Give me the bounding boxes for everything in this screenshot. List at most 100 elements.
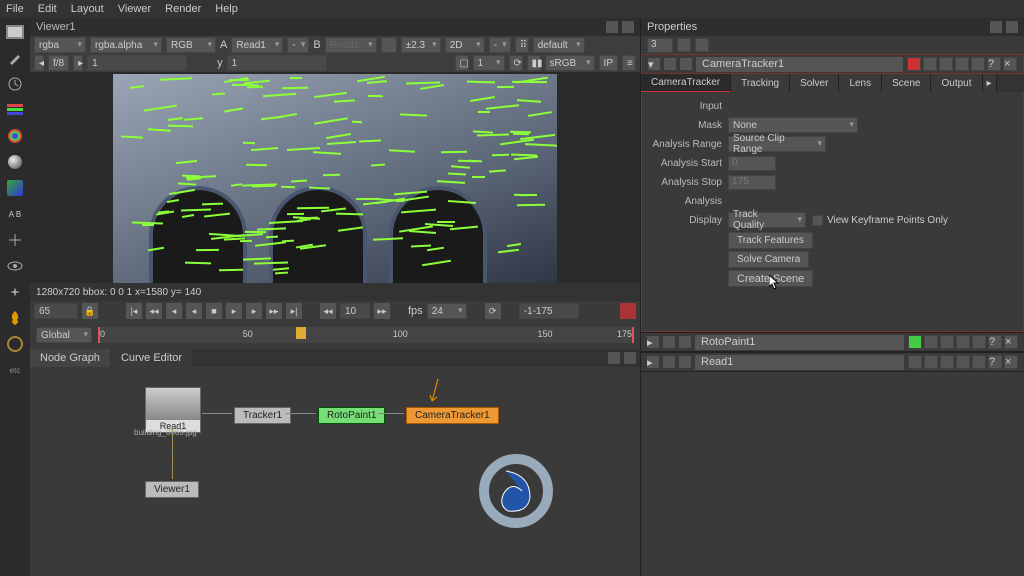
layer-select[interactable]: rgba.alpha [90, 37, 162, 53]
default-select[interactable]: default [533, 37, 585, 53]
goto-end-icon[interactable]: ▸| [286, 303, 302, 319]
refresh-icon[interactable]: ⟳ [509, 55, 523, 71]
frame-range[interactable]: -1-175 [519, 303, 579, 319]
prop-tab-tracking[interactable]: Tracking [731, 74, 790, 92]
mask-select[interactable]: None [728, 117, 858, 133]
a-input[interactable]: Read1 [231, 37, 283, 53]
wipe-icon[interactable] [381, 37, 397, 53]
trash-icon[interactable] [695, 38, 709, 52]
center-icon[interactable] [663, 356, 675, 368]
undo-icon[interactable] [955, 57, 969, 71]
loop-icon[interactable]: ⟳ [485, 303, 501, 319]
view-2d[interactable]: 2D [445, 37, 485, 53]
close-icon[interactable]: × [1004, 335, 1018, 349]
viewer-canvas[interactable] [30, 72, 640, 283]
analysis-range-select[interactable]: Source Clip Range [728, 136, 826, 152]
lock-icon[interactable] [677, 38, 691, 52]
ab-icon[interactable]: A B [5, 204, 25, 224]
btn-2-icon[interactable] [940, 355, 954, 369]
btn-2-icon[interactable] [940, 335, 954, 349]
pencil-icon[interactable] [5, 48, 25, 68]
skip-frame[interactable]: 10 [340, 303, 370, 319]
pause-icon[interactable]: ▮▮ [527, 55, 541, 71]
node-read[interactable]: Read1 [145, 387, 201, 433]
rgb-mode[interactable]: RGB [166, 37, 216, 53]
arrow-right-icon[interactable]: ▸ [73, 55, 83, 71]
color-swatch[interactable] [908, 355, 922, 369]
menu-layout[interactable]: Layout [71, 3, 104, 15]
menu-file[interactable]: File [6, 3, 24, 15]
display-select[interactable]: Track Quality [728, 212, 806, 228]
move-icon[interactable] [5, 230, 25, 250]
maximize-icon[interactable] [606, 21, 618, 33]
current-frame[interactable]: 65 [34, 303, 78, 319]
sparkle-icon[interactable] [5, 282, 25, 302]
analysis-stop[interactable]: 175 [728, 175, 776, 190]
solve-camera-button[interactable]: Solve Camera [728, 251, 809, 268]
eye-icon[interactable] [5, 256, 25, 276]
node-rotopaint[interactable]: RotoPaint1 [318, 407, 385, 424]
prop-tab-solver[interactable]: Solver [790, 74, 839, 92]
b-input[interactable]: Read1 [325, 37, 377, 53]
menu-viewer[interactable]: Viewer [118, 3, 151, 15]
node-row-rotopaint[interactable]: ▸ RotoPaint1 ? × [641, 332, 1024, 352]
range-end-marker[interactable] [632, 327, 634, 343]
menu-help[interactable]: Help [215, 3, 238, 15]
node-graph[interactable]: Read1 building_0065.jpg Tracker1 RotoPai… [30, 367, 640, 576]
redo-icon[interactable] [972, 335, 986, 349]
btn-1-icon[interactable] [923, 57, 937, 71]
channel-select[interactable]: rgba [34, 37, 86, 53]
fps-value[interactable]: 24 [427, 303, 467, 319]
node-row-cameratracker[interactable]: ▾ CameraTracker1 ? × [641, 54, 1024, 74]
stop-icon[interactable]: ■ [206, 303, 222, 319]
track-features-button[interactable]: Track Features [728, 232, 813, 249]
close-icon[interactable] [624, 352, 636, 364]
btn-1-icon[interactable] [924, 335, 938, 349]
prop-tab-scene[interactable]: Scene [882, 74, 931, 92]
hidden-select[interactable]: - [489, 37, 511, 53]
prop-tab-cameratracker[interactable]: CameraTracker [641, 74, 731, 92]
max-nodes[interactable]: 3 [647, 38, 673, 53]
arrow-left-icon[interactable]: ◂ [34, 55, 44, 71]
prop-tab-lens[interactable]: Lens [839, 74, 882, 92]
record-icon[interactable] [620, 303, 636, 319]
sphere-icon[interactable] [5, 152, 25, 172]
a-layer[interactable]: - [287, 37, 309, 53]
play-back-icon[interactable]: ◂ [186, 303, 202, 319]
center-icon[interactable] [664, 58, 676, 70]
collapse-icon[interactable]: ▸ [647, 356, 659, 368]
node-tracker[interactable]: Tracker1 [234, 407, 291, 424]
color-swatch[interactable] [907, 57, 921, 71]
collapse-icon[interactable]: ▸ [647, 336, 659, 348]
y-value[interactable]: 1 [227, 55, 327, 71]
prev-frame-icon[interactable]: ◂ [166, 303, 182, 319]
tab-curve[interactable]: Curve Editor [111, 349, 192, 367]
timeline-track[interactable]: 0 50 100 150 175 [98, 327, 634, 343]
export-icon[interactable] [679, 336, 691, 348]
create-scene-button[interactable]: Create Scene [728, 270, 813, 287]
channel-bars-icon[interactable] [5, 100, 25, 120]
prop-tab-output[interactable]: Output [931, 74, 982, 92]
btn-1-icon[interactable] [924, 355, 938, 369]
fstop-value[interactable]: 1 [87, 55, 187, 71]
lut-select[interactable]: sRGB [545, 55, 595, 71]
center-icon[interactable] [663, 336, 675, 348]
gradient-icon[interactable] [5, 178, 25, 198]
play-icon[interactable]: ▸ [226, 303, 242, 319]
color-swatch[interactable] [908, 335, 922, 349]
people-icon[interactable]: ⠿ [515, 37, 529, 53]
scope-select[interactable]: Global [36, 327, 92, 343]
redo-icon[interactable] [972, 355, 986, 369]
color-wheel-icon[interactable] [5, 126, 25, 146]
btn-2-icon[interactable] [939, 57, 953, 71]
ip-button[interactable]: IP [599, 55, 618, 71]
menu-edit[interactable]: Edit [38, 3, 57, 15]
collapse-icon[interactable]: ▾ [648, 58, 660, 70]
prev-key-icon[interactable]: ◂◂ [146, 303, 162, 319]
analysis-start[interactable]: 0 [728, 156, 776, 171]
etc-icon[interactable]: etc [5, 360, 25, 380]
export-icon[interactable] [680, 58, 692, 70]
maximize-icon[interactable] [990, 21, 1002, 33]
box-icon[interactable]: ▢ [455, 55, 469, 71]
flame-icon[interactable] [5, 308, 25, 328]
